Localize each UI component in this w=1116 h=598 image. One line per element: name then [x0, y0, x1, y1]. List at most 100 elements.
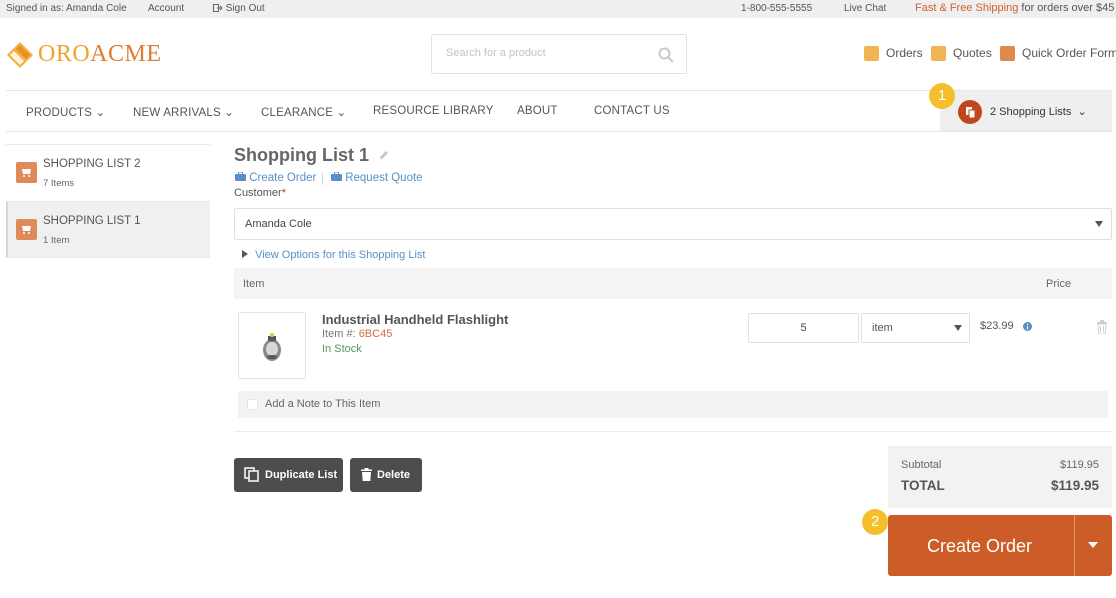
- search-icon[interactable]: [658, 47, 674, 63]
- quotes-link[interactable]: Quotes: [953, 46, 992, 60]
- customer-label: Customer*: [234, 187, 286, 199]
- duplicate-list-button[interactable]: Duplicate List: [234, 458, 343, 492]
- request-quote-label: Request Quote: [345, 172, 423, 184]
- sign-out-link[interactable]: Sign Out: [213, 3, 265, 14]
- create-order-label: Create Order: [249, 172, 317, 184]
- account-link[interactable]: Account: [148, 3, 184, 14]
- sidebar-item-shopping-list-1[interactable]: SHOPPING LIST 1 1 Item: [6, 201, 210, 258]
- logo-part-oro: ORO: [38, 41, 91, 67]
- sidebar-item-title: SHOPPING LIST 1: [43, 215, 141, 227]
- table-header: Item Price: [234, 268, 1112, 299]
- create-order-button-label: Create Order: [927, 536, 1033, 556]
- sidebar-item-title: SHOPPING LIST 2: [43, 158, 141, 170]
- sidebar-item-shopping-list-2[interactable]: SHOPPING LIST 2 7 Items: [6, 144, 210, 201]
- shipping-highlight: Fast & Free Shipping: [915, 2, 1019, 14]
- add-note-row[interactable]: Add a Note to This Item: [238, 391, 1108, 418]
- sku-value: 6BC45: [358, 328, 393, 340]
- nav-item-clearance[interactable]: CLEARANCE ⌄: [261, 105, 346, 119]
- shipping-rest: for orders over $45: [1021, 2, 1115, 14]
- live-chat-link[interactable]: Live Chat: [844, 3, 886, 14]
- duplicate-list-label: Duplicate List: [265, 469, 338, 481]
- unit-select-value: item: [872, 322, 893, 334]
- briefcase-icon: [331, 171, 342, 181]
- order-totals: Subtotal $119.95 TOTAL $119.95: [888, 446, 1112, 508]
- nav-item-about[interactable]: ABOUT: [517, 105, 558, 117]
- duplicate-icon: [244, 467, 259, 482]
- quantity-input[interactable]: 5: [748, 313, 859, 343]
- product-image[interactable]: [238, 312, 306, 379]
- shopping-lists-label: 2 Shopping Lists ⌄: [990, 105, 1087, 118]
- nav-item-new-arrivals[interactable]: NEW ARRIVALS ⌄: [133, 105, 234, 119]
- sidebar-item-count: 7 Items: [43, 178, 75, 189]
- cart-icon: [16, 219, 37, 240]
- nav-label: PRODUCTS: [26, 107, 93, 119]
- caret-down-icon[interactable]: [1088, 542, 1098, 548]
- create-order-button[interactable]: Create Order: [888, 515, 1112, 576]
- shipping-promo: Fast & Free Shipping for orders over $45: [915, 2, 1114, 14]
- logo-part-acme: ACME: [90, 41, 162, 67]
- search-box: [431, 34, 687, 74]
- caret-down-icon: [1095, 221, 1103, 227]
- nav-item-products[interactable]: PRODUCTS ⌄: [26, 105, 105, 119]
- delete-label: Delete: [377, 469, 411, 481]
- column-header-item: Item: [243, 278, 265, 290]
- unit-select[interactable]: item: [861, 313, 970, 343]
- divider: [234, 431, 1112, 432]
- quotes-icon: [931, 46, 946, 61]
- caret-right-icon: [242, 250, 248, 258]
- total-value: $119.95: [1050, 478, 1099, 493]
- request-quote-link[interactable]: Request Quote: [331, 171, 423, 184]
- orders-icon: [864, 46, 879, 61]
- flashlight-icon: [263, 333, 281, 361]
- delete-button[interactable]: Delete: [350, 458, 422, 492]
- nav-item-contact-us[interactable]: CONTACT US: [594, 105, 670, 117]
- info-icon[interactable]: [1023, 322, 1032, 331]
- subtotal-value: $119.95: [1060, 459, 1099, 471]
- required-mark: *: [281, 187, 286, 199]
- step-badge-2: 2: [862, 509, 888, 535]
- quick-order-icon: [1000, 46, 1015, 61]
- chevron-down-icon: ⌄: [224, 107, 235, 119]
- view-options-label: View Options for this Shopping List: [255, 249, 426, 261]
- link-divider: [322, 173, 323, 185]
- chevron-down-icon: ⌄: [95, 107, 106, 119]
- trash-icon: [361, 468, 372, 481]
- chevron-down-icon: ⌄: [336, 107, 347, 119]
- caret-down-icon: [954, 325, 962, 331]
- customer-select-value: Amanda Cole: [245, 218, 312, 230]
- edit-pencil-icon[interactable]: [378, 149, 390, 161]
- add-note-checkbox[interactable]: [247, 399, 258, 410]
- product-name-link[interactable]: Industrial Handheld Flashlight: [322, 312, 508, 327]
- shopping-lists-dropdown[interactable]: 2 Shopping Lists ⌄: [940, 91, 1112, 131]
- shopping-lists-icon: [958, 100, 982, 124]
- customer-label-text: Customer: [234, 187, 282, 199]
- subtotal-label: Subtotal: [901, 459, 942, 471]
- total-label: TOTAL: [901, 478, 945, 493]
- trash-icon[interactable]: [1096, 320, 1108, 334]
- quick-order-link[interactable]: Quick Order Form: [1022, 46, 1116, 60]
- cart-icon: [16, 162, 37, 183]
- search-input[interactable]: [446, 47, 646, 59]
- step-badge-1: 1: [929, 83, 955, 109]
- logo-text: OROACME: [38, 41, 162, 68]
- shopping-lists-count: 2 Shopping Lists: [990, 106, 1072, 118]
- top-bar: Signed in as: Amanda Cole Account Sign O…: [0, 0, 1116, 18]
- sign-out-icon: [213, 4, 223, 12]
- phone-number: 1-800-555-5555: [741, 3, 813, 14]
- chevron-down-icon: ⌄: [1077, 106, 1087, 118]
- product-sku: Item #: 6BC45: [322, 328, 392, 340]
- sign-out-label: Sign Out: [225, 3, 265, 14]
- nav-item-resource-library[interactable]: RESOURCE LIBRARY: [373, 105, 494, 117]
- orders-link[interactable]: Orders: [886, 46, 923, 60]
- line-item-price: $23.99: [980, 320, 1014, 332]
- customer-select[interactable]: Amanda Cole: [234, 208, 1112, 240]
- briefcase-icon: [235, 171, 246, 181]
- column-header-price: Price: [1046, 278, 1072, 290]
- view-options-toggle[interactable]: View Options for this Shopping List: [242, 249, 425, 261]
- page-title: Shopping List 1: [234, 145, 390, 166]
- create-order-link[interactable]: Create Order: [235, 171, 317, 184]
- split-divider: [1074, 515, 1075, 576]
- sidebar-item-count: 1 Item: [43, 235, 70, 246]
- nav-label: CLEARANCE: [261, 107, 334, 119]
- nav-label: NEW ARRIVALS: [133, 107, 221, 119]
